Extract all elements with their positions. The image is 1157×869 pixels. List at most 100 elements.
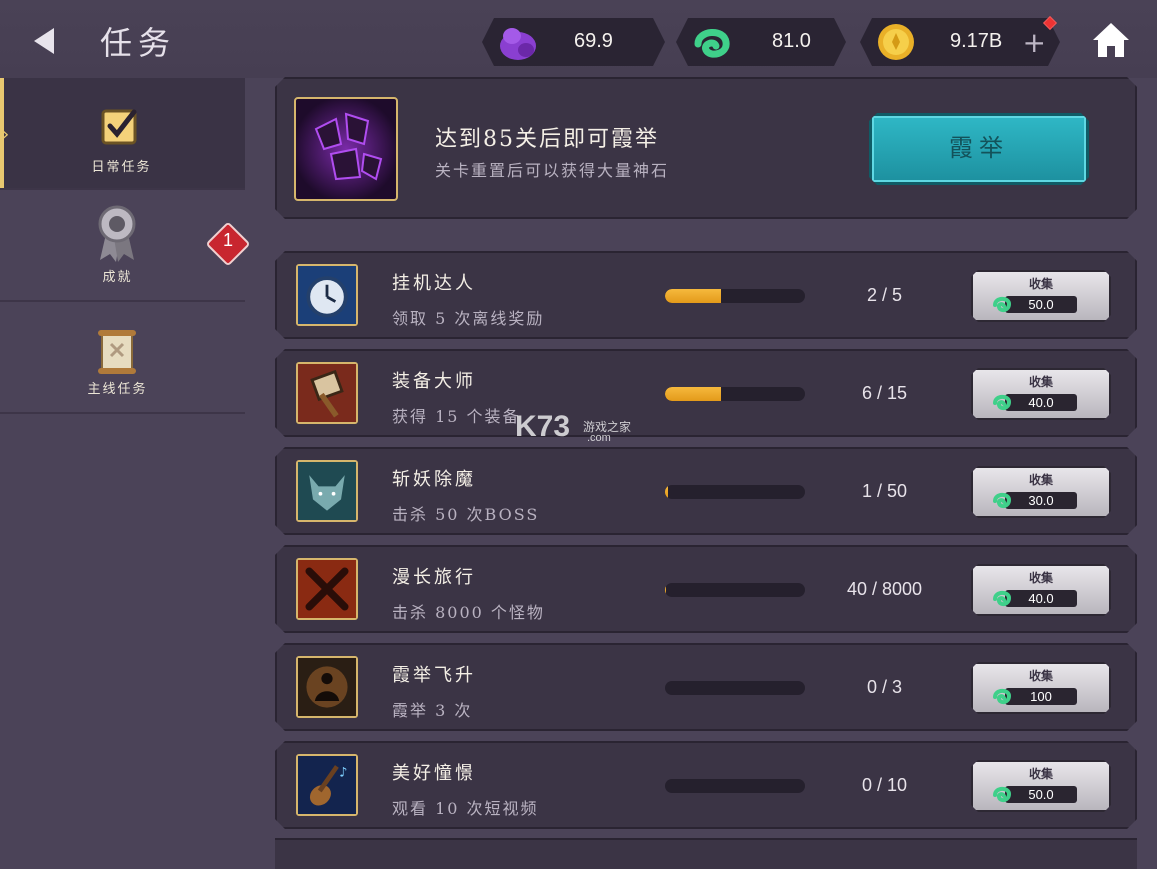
svg-text:♪: ♪	[339, 766, 347, 781]
sidebar-item-daily[interactable]: › 日常任务	[0, 78, 245, 188]
collect-button-label: 收集	[1028, 571, 1053, 585]
quest-progress-fill	[665, 485, 668, 499]
quest-row: 霞举飞升 霞举 3 次 0 / 3 收集 100	[275, 643, 1137, 731]
guitar-icon: ♪	[296, 754, 358, 816]
reward-value: 40.0	[1028, 591, 1054, 606]
watermark-domain: .com	[587, 432, 611, 444]
quest-progress-bar	[665, 289, 805, 303]
quest-progress-bar	[665, 387, 805, 401]
back-arrow-icon[interactable]	[28, 24, 62, 58]
home-icon[interactable]	[1090, 20, 1132, 60]
quest-progress-bar	[665, 681, 805, 695]
quest-title: 挂机达人	[392, 273, 476, 294]
quest-progress-text: 40 / 8000	[846, 579, 923, 599]
jade-icon	[991, 686, 1013, 706]
quest-description: 领取 5 次离线奖励	[392, 309, 545, 328]
collect-button-label: 收集	[1028, 277, 1053, 291]
reward-value: 40.0	[1028, 395, 1054, 410]
banner-title: 达到85关后即可霞举	[435, 127, 659, 152]
quest-title: 美好憧憬	[392, 763, 476, 784]
sidebar-item-label: 日常任务	[91, 160, 152, 175]
quest-row: 挂机达人 领取 5 次离线奖励 2 / 5 收集 50.0	[275, 251, 1137, 339]
quest-progress-fill	[665, 387, 721, 401]
purple-stone-value: 69.9	[574, 30, 613, 52]
collect-button[interactable]: 收集 30.0	[971, 466, 1111, 518]
resource-jade: 81.0	[676, 18, 846, 66]
quest-row: 漫长旅行 击杀 8000 个怪物 40 / 8000 收集 40.0	[275, 545, 1137, 633]
collect-button-label: 收集	[1028, 375, 1053, 389]
quest-progress-bar	[665, 485, 805, 499]
quest-progress-fill	[665, 289, 721, 303]
reward-value: 100	[1030, 689, 1052, 704]
jade-icon	[690, 22, 734, 62]
watermark-brand: K73	[515, 410, 571, 443]
banner-subtitle: 关卡重置后可以获得大量神石	[435, 161, 670, 180]
sidebar: › 日常任务 成就 主线任务	[0, 78, 245, 869]
quest-row-partial	[275, 838, 1137, 869]
ascension-banner: 达到85关后即可霞举 关卡重置后可以获得大量神石 霞举	[275, 77, 1137, 219]
crossed-swords-icon	[296, 558, 358, 620]
jade-icon	[991, 392, 1013, 412]
quest-title: 漫长旅行	[392, 567, 476, 588]
collect-button[interactable]: 收集 40.0	[971, 368, 1111, 420]
quest-progress-bar	[665, 779, 805, 793]
resource-purple-stone: 69.9	[482, 18, 665, 66]
resource-gold: 9.17B +	[860, 18, 1060, 66]
ascend-button-label: 霞举	[949, 134, 1009, 162]
quest-progress-text: 1 / 50	[861, 481, 908, 501]
sidebar-item-label: 主线任务	[87, 382, 148, 397]
meditation-icon	[296, 656, 358, 718]
quest-progress-text: 0 / 3	[866, 677, 903, 697]
purple-stone-icon	[496, 22, 540, 62]
collect-button[interactable]: 收集 50.0	[971, 270, 1111, 322]
quest-description: 获得 15 个装备	[392, 407, 521, 426]
quest-title: 斩妖除魔	[392, 469, 476, 490]
collect-button[interactable]: 收集 100	[971, 662, 1111, 714]
jade-icon	[991, 294, 1013, 314]
checkbox-icon	[101, 109, 137, 145]
quest-row: 装备大师 获得 15 个装备 6 / 15 收集 40.0	[275, 349, 1137, 437]
quest-progress-fill	[665, 583, 666, 597]
medal-icon	[98, 205, 136, 262]
reward-value: 50.0	[1028, 297, 1054, 312]
sidebar-item-main-quest[interactable]: 主线任务	[0, 302, 245, 412]
reward-value: 30.0	[1028, 493, 1054, 508]
quest-progress-text: 0 / 10	[861, 775, 908, 795]
hammer-icon	[296, 362, 358, 424]
scroll-icon	[98, 330, 136, 374]
jade-icon	[991, 784, 1013, 804]
quest-title: 霞举飞升	[392, 665, 476, 686]
sidebar-item-label: 成就	[102, 270, 133, 285]
collect-button-label: 收集	[1028, 767, 1053, 781]
quest-progress-text: 6 / 15	[861, 383, 908, 403]
top-bar: 任务 69.9 81.0 9.17B +	[0, 0, 1157, 78]
collect-button-label: 收集	[1028, 473, 1053, 487]
quest-description: 击杀 8000 个怪物	[392, 603, 545, 622]
reward-value: 50.0	[1028, 787, 1054, 802]
jade-icon	[991, 588, 1013, 608]
sidebar-divider	[0, 412, 245, 414]
jade-icon	[991, 490, 1013, 510]
divine-stone-icon	[294, 97, 398, 201]
quest-progress-bar	[665, 583, 805, 597]
jade-value: 81.0	[772, 30, 811, 52]
quest-description: 霞举 3 次	[392, 701, 473, 720]
quest-description: 观看 10 次短视频	[392, 799, 539, 818]
wolf-icon	[296, 460, 358, 522]
page-title: 任务	[100, 24, 177, 62]
achievement-badge-count: 1	[222, 230, 233, 250]
add-gold-button[interactable]: +	[1023, 26, 1046, 59]
clock-icon	[296, 264, 358, 326]
quest-title: 装备大师	[392, 371, 476, 392]
collect-button[interactable]: 收集 50.0	[971, 760, 1111, 812]
quest-description: 击杀 50 次BOSS	[392, 505, 540, 524]
watermark-logo: K73 游戏之家 .com	[515, 410, 631, 444]
quest-progress-text: 2 / 5	[866, 285, 903, 305]
collect-button-label: 收集	[1028, 669, 1053, 683]
collect-button[interactable]: 收集 40.0	[971, 564, 1111, 616]
gold-coin-icon	[874, 22, 918, 62]
gold-value: 9.17B	[950, 30, 1003, 52]
quest-row: ♪ 美好憧憬 观看 10 次短视频 0 / 10 收集 50.0	[275, 741, 1137, 829]
ascend-button[interactable]: 霞举	[869, 113, 1089, 185]
quest-row: 斩妖除魔 击杀 50 次BOSS 1 / 50 收集 30.0	[275, 447, 1137, 535]
